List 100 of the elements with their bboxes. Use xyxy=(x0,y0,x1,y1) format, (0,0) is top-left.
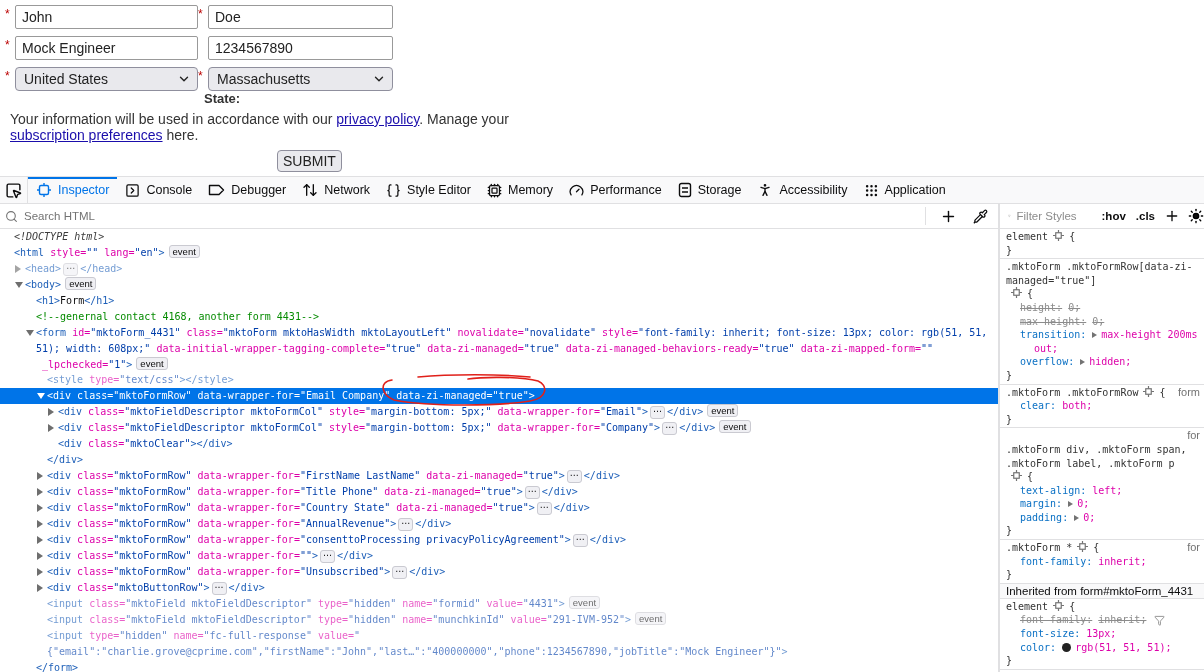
ellipsis-button[interactable]: ⋯ xyxy=(63,263,79,276)
event-badge[interactable]: event xyxy=(568,596,601,610)
event-badge[interactable]: event xyxy=(719,420,751,434)
target-icon[interactable] xyxy=(1053,230,1065,241)
expand-icon[interactable] xyxy=(1074,514,1080,521)
markup-code: </div> xyxy=(47,454,84,466)
input-field[interactable]: Mock Engineer xyxy=(15,36,198,60)
brace: } xyxy=(1006,244,1013,256)
property-value: inherit; xyxy=(1098,613,1147,628)
property-name: font-family: xyxy=(1020,554,1093,569)
devtools-tab[interactable]: Application xyxy=(855,177,954,203)
brace: } xyxy=(1006,655,1013,667)
ellipsis-button[interactable]: ⋯ xyxy=(320,550,335,564)
event-badge[interactable]: event xyxy=(635,612,667,626)
brace: { xyxy=(1027,471,1034,483)
property-name: color: xyxy=(1020,640,1057,655)
required-mark: * xyxy=(198,68,204,83)
ellipsis-button[interactable]: ⋯ xyxy=(572,534,588,548)
css-selector: element xyxy=(1006,599,1049,614)
source-link[interactable]: for xyxy=(1187,541,1200,555)
expand-icon[interactable] xyxy=(37,584,43,593)
markup-code: <html style="" lang="en"> xyxy=(14,247,165,258)
collapse-icon[interactable] xyxy=(15,282,23,288)
event-badge[interactable]: event xyxy=(168,245,200,258)
expand-icon[interactable] xyxy=(37,520,43,529)
input-field[interactable]: Doe xyxy=(208,5,393,29)
expand-icon[interactable] xyxy=(48,424,54,433)
target-icon[interactable] xyxy=(1053,599,1065,611)
brace: { xyxy=(1027,288,1034,300)
target-icon[interactable] xyxy=(1011,470,1022,482)
ellipsis-button[interactable]: ⋯ xyxy=(211,582,227,596)
devtools-tab[interactable]: Performance xyxy=(561,177,670,203)
ellipsis-button[interactable]: ⋯ xyxy=(662,422,678,436)
collapse-icon[interactable] xyxy=(26,330,34,336)
search-icon xyxy=(5,209,18,223)
selected-row[interactable]: <div class="mktoFormRow" data-wrapper-for="Email Company" data-zi-managed="true"> xyxy=(0,388,998,405)
ellipsis-button[interactable]: ⋯ xyxy=(524,486,540,500)
select-field[interactable]: United States xyxy=(15,67,198,91)
markup-code: <div class="mktoFormRow" data-wrapper-for="consenttoProcessing privacyPolicyAgreement"> xyxy=(47,534,571,546)
expand-icon[interactable] xyxy=(1092,331,1098,338)
ellipsis-button[interactable]: ⋯ xyxy=(566,470,582,484)
source-link[interactable]: form xyxy=(1178,385,1200,400)
ellipsis-button[interactable]: ⋯ xyxy=(392,566,408,580)
required-mark: * xyxy=(5,6,11,21)
submit-button[interactable]: SUBMIT xyxy=(277,150,342,172)
markup-code: <div class="mktoFormRow" data-wrapper-for="Email Company" data-zi-managed="true"> xyxy=(47,390,535,402)
markup-code: <div class="mktoFieldDescriptor mktoFormCol" style="margin-bottom: 5px;" data-wrapper-for="Email"> xyxy=(58,406,649,418)
expand-icon[interactable] xyxy=(37,472,43,481)
select-field[interactable]: Massachusetts xyxy=(208,67,393,91)
input-field[interactable]: 1234567890 xyxy=(208,36,393,60)
markup-code: </div> xyxy=(667,406,704,418)
devtools-tab[interactable]: Console xyxy=(117,177,201,203)
eyedropper-button[interactable] xyxy=(971,206,990,226)
target-icon[interactable] xyxy=(1077,541,1089,553)
property-value: left; xyxy=(1092,483,1123,498)
expand-icon[interactable] xyxy=(37,488,43,497)
event-badge[interactable]: event xyxy=(707,404,739,418)
brace: { xyxy=(1159,386,1166,398)
property-name: height: xyxy=(1020,300,1063,315)
expand-icon[interactable] xyxy=(37,536,43,545)
devtools-tab[interactable]: Memory xyxy=(478,177,562,203)
markup-code: <div class="mktoFormRow" data-wrapper-for="Title Phone" data-zi-managed="true"> xyxy=(47,486,523,498)
markup-code: </div> xyxy=(409,566,446,578)
target-icon[interactable] xyxy=(1143,385,1155,397)
source-link[interactable]: for xyxy=(1187,429,1200,443)
text-link[interactable]: subscription preferences xyxy=(10,127,163,143)
brace: } xyxy=(1006,413,1013,425)
brace: { xyxy=(1069,600,1076,612)
devtools-tab[interactable]: Debugger xyxy=(200,177,295,203)
property-value: 0; xyxy=(1068,300,1081,315)
expand-icon[interactable] xyxy=(1080,359,1086,366)
ellipsis-button[interactable]: ⋯ xyxy=(536,502,552,516)
devtools-tab[interactable]: Accessibility xyxy=(749,177,856,203)
toggle-button[interactable]: :hov xyxy=(1098,210,1129,222)
toggle-button[interactable]: .cls xyxy=(1132,210,1158,222)
ellipsis-button[interactable]: ⋯ xyxy=(650,406,666,420)
required-mark: * xyxy=(198,6,204,21)
brace: } xyxy=(1006,569,1013,581)
devtools-tab[interactable]: Style Editor xyxy=(378,177,479,203)
target-icon[interactable] xyxy=(1011,287,1022,299)
input-field[interactable]: John xyxy=(15,5,198,29)
sun-icon[interactable] xyxy=(1188,208,1204,224)
event-badge[interactable]: event xyxy=(65,277,97,290)
ellipsis-button[interactable]: ⋯ xyxy=(398,518,414,532)
expand-icon[interactable] xyxy=(37,552,43,561)
event-badge[interactable]: event xyxy=(136,356,168,370)
search-field[interactable]: Search HTML xyxy=(22,209,913,223)
color-swatch-icon[interactable] xyxy=(1062,642,1072,652)
required-mark: * xyxy=(5,68,11,83)
expand-icon[interactable] xyxy=(48,408,54,417)
markup-code: <body> xyxy=(25,279,62,290)
expand-icon[interactable] xyxy=(37,504,43,513)
devtools-tab[interactable]: Network xyxy=(294,177,379,203)
devtools-tab[interactable]: Storage xyxy=(669,177,750,203)
expand-icon[interactable] xyxy=(1068,501,1074,508)
filter-field[interactable]: Filter Styles xyxy=(1014,209,1095,223)
expand-icon[interactable] xyxy=(37,568,43,577)
cursor-icon[interactable] xyxy=(5,181,22,199)
markup-code: <div class="mktoFormRow" data-wrapper-for=""> xyxy=(47,550,318,562)
markup-code: <input type="hidden" name="fc-full-response" value=" {"email":"charlie.grove@cprime.com","firstName":"John","last…":"400000000","phone":1234567890,"jobTitle":"Mock Engineer"}"> xyxy=(47,630,788,657)
